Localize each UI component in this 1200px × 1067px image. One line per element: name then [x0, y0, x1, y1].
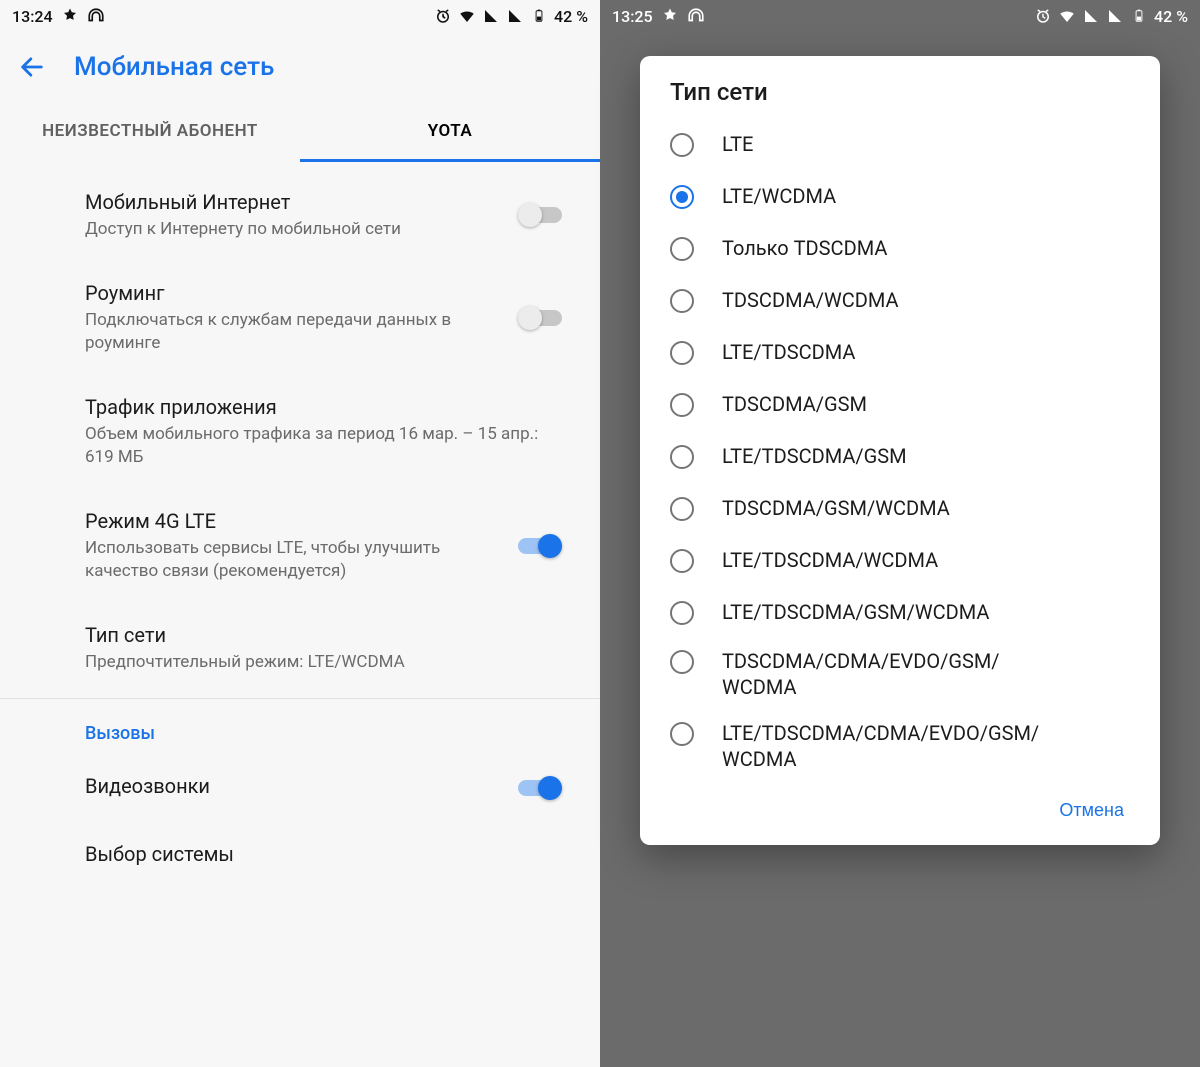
- status-bar: 13:24 42 %: [0, 0, 600, 32]
- network-type-options: LTE LTE/WCDMA Только TDSCDMA TDSCDMA/WCDMA L…: [640, 118, 1160, 782]
- radio-label: LTE/WCDMA: [722, 183, 836, 209]
- setting-title: Режим 4G LTE: [85, 509, 502, 533]
- toolbar: Мобильная сеть: [0, 32, 600, 102]
- network-type-option[interactable]: LTE/WCDMA: [640, 170, 1160, 222]
- network-type-option[interactable]: TDSCDMA/GSM/WCDMA: [640, 482, 1160, 534]
- radio-icon: [670, 133, 694, 157]
- radio-label: TDSCDMA/CDMA/EVDO/GSM/WCDMA: [722, 648, 1000, 700]
- network-type-option[interactable]: LTE/TDSCDMA/WCDMA: [640, 534, 1160, 586]
- radio-label: LTE: [722, 131, 753, 157]
- page-title: Мобильная сеть: [74, 52, 274, 82]
- radio-label: LTE/TDSCDMA/GSM/WCDMA: [722, 599, 989, 625]
- network-type-option[interactable]: Только TDSCDMA: [640, 222, 1160, 274]
- setting-title: Трафик приложения: [85, 395, 546, 419]
- radio-label: LTE/TDSCDMA: [722, 339, 855, 365]
- video-calls-switch[interactable]: [518, 776, 562, 800]
- setting-4g-lte-mode[interactable]: Режим 4G LTE Использовать сервисы LTE, ч…: [0, 489, 600, 603]
- back-button[interactable]: [18, 53, 46, 81]
- screen-network-type-dialog: 13:25 42 %: [600, 0, 1200, 1067]
- setting-subtitle: Подключаться к службам передачи данных в…: [85, 309, 502, 355]
- status-time: 13:24: [12, 7, 53, 26]
- setting-app-traffic[interactable]: Трафик приложения Объем мобильного трафи…: [0, 375, 600, 489]
- setting-roaming[interactable]: Роуминг Подключаться к службам передачи …: [0, 261, 600, 375]
- tab-unknown-subscriber[interactable]: НЕИЗВЕСТНЫЙ АБОНЕНТ: [0, 102, 300, 162]
- setting-subtitle: Предпочтительный режим: LTE/WCDMA: [85, 651, 546, 674]
- notif-app2-icon: [87, 7, 105, 25]
- network-type-option[interactable]: LTE/TDSCDMA/GSM: [640, 430, 1160, 482]
- wifi-icon: [458, 7, 476, 25]
- notif-app-icon: [61, 7, 79, 25]
- section-calls-header: Вызовы: [0, 699, 600, 754]
- setting-subtitle: Объем мобильного трафика за период 16 ма…: [85, 423, 546, 469]
- battery-icon: [530, 7, 548, 25]
- radio-icon: [670, 549, 694, 573]
- roaming-switch[interactable]: [518, 306, 562, 330]
- radio-icon: [670, 722, 694, 746]
- network-type-option[interactable]: LTE/TDSCDMA/GSM/WCDMA: [640, 586, 1160, 638]
- settings-list: Мобильный Интернет Доступ к Интернету по…: [0, 162, 600, 898]
- network-type-option[interactable]: TDSCDMA/CDMA/EVDO/GSM/WCDMA: [640, 638, 1160, 710]
- radio-label: LTE/TDSCDMA/GSM: [722, 443, 907, 469]
- radio-label: LTE/TDSCDMA/CDMA/EVDO/GSM/WCDMA: [722, 720, 1039, 772]
- network-type-dialog: Тип сети LTE LTE/WCDMA Только TDSCDMA TDSCD…: [640, 56, 1160, 845]
- network-type-option[interactable]: LTE/TDSCDMA: [640, 326, 1160, 378]
- setting-system-select[interactable]: Выбор системы: [0, 822, 600, 890]
- radio-icon: [670, 601, 694, 625]
- radio-label: TDSCDMA/GSM/WCDMA: [722, 495, 950, 521]
- mobile-data-switch[interactable]: [518, 203, 562, 227]
- setting-title: Тип сети: [85, 623, 546, 647]
- tab-label: YOTA: [428, 121, 472, 141]
- setting-subtitle: Доступ к Интернету по мобильной сети: [85, 218, 502, 241]
- network-type-option[interactable]: TDSCDMA/GSM: [640, 378, 1160, 430]
- setting-title: Видеозвонки: [85, 774, 502, 798]
- setting-video-calls[interactable]: Видеозвонки: [0, 754, 600, 822]
- setting-title: Выбор системы: [85, 842, 546, 866]
- network-type-option[interactable]: LTE: [640, 118, 1160, 170]
- sim-tabs: НЕИЗВЕСТНЫЙ АБОНЕНТ YOTA: [0, 102, 600, 162]
- radio-icon: [670, 650, 694, 674]
- dialog-backdrop[interactable]: Тип сети LTE LTE/WCDMA Только TDSCDMA TDSCD…: [600, 0, 1200, 1067]
- network-type-option[interactable]: LTE/TDSCDMA/CDMA/EVDO/GSM/WCDMA: [640, 710, 1160, 782]
- radio-label: Только TDSCDMA: [722, 235, 887, 261]
- setting-mobile-data[interactable]: Мобильный Интернет Доступ к Интернету по…: [0, 170, 600, 261]
- radio-label: LTE/TDSCDMA/WCDMA: [722, 547, 938, 573]
- alarm-icon: [434, 7, 452, 25]
- lte-mode-switch[interactable]: [518, 534, 562, 558]
- radio-label: TDSCDMA/WCDMA: [722, 287, 899, 313]
- signal1-icon: [482, 7, 500, 25]
- cancel-button[interactable]: Отмена: [1047, 792, 1136, 829]
- dialog-title: Тип сети: [640, 78, 1160, 118]
- signal2-icon: [506, 7, 524, 25]
- radio-icon: [670, 445, 694, 469]
- setting-network-type[interactable]: Тип сети Предпочтительный режим: LTE/WCD…: [0, 603, 600, 694]
- radio-icon: [670, 185, 694, 209]
- radio-label: TDSCDMA/GSM: [722, 391, 867, 417]
- setting-title: Мобильный Интернет: [85, 190, 502, 214]
- radio-icon: [670, 341, 694, 365]
- setting-subtitle: Использовать сервисы LTE, чтобы улучшить…: [85, 537, 502, 583]
- radio-icon: [670, 497, 694, 521]
- status-battery-pct: 42 %: [554, 7, 588, 26]
- tab-label: НЕИЗВЕСТНЫЙ АБОНЕНТ: [42, 121, 258, 141]
- setting-title: Роуминг: [85, 281, 502, 305]
- radio-icon: [670, 289, 694, 313]
- tab-yota[interactable]: YOTA: [300, 102, 600, 162]
- network-type-option[interactable]: TDSCDMA/WCDMA: [640, 274, 1160, 326]
- radio-icon: [670, 393, 694, 417]
- radio-icon: [670, 237, 694, 261]
- screen-mobile-network: 13:24 42 %: [0, 0, 600, 1067]
